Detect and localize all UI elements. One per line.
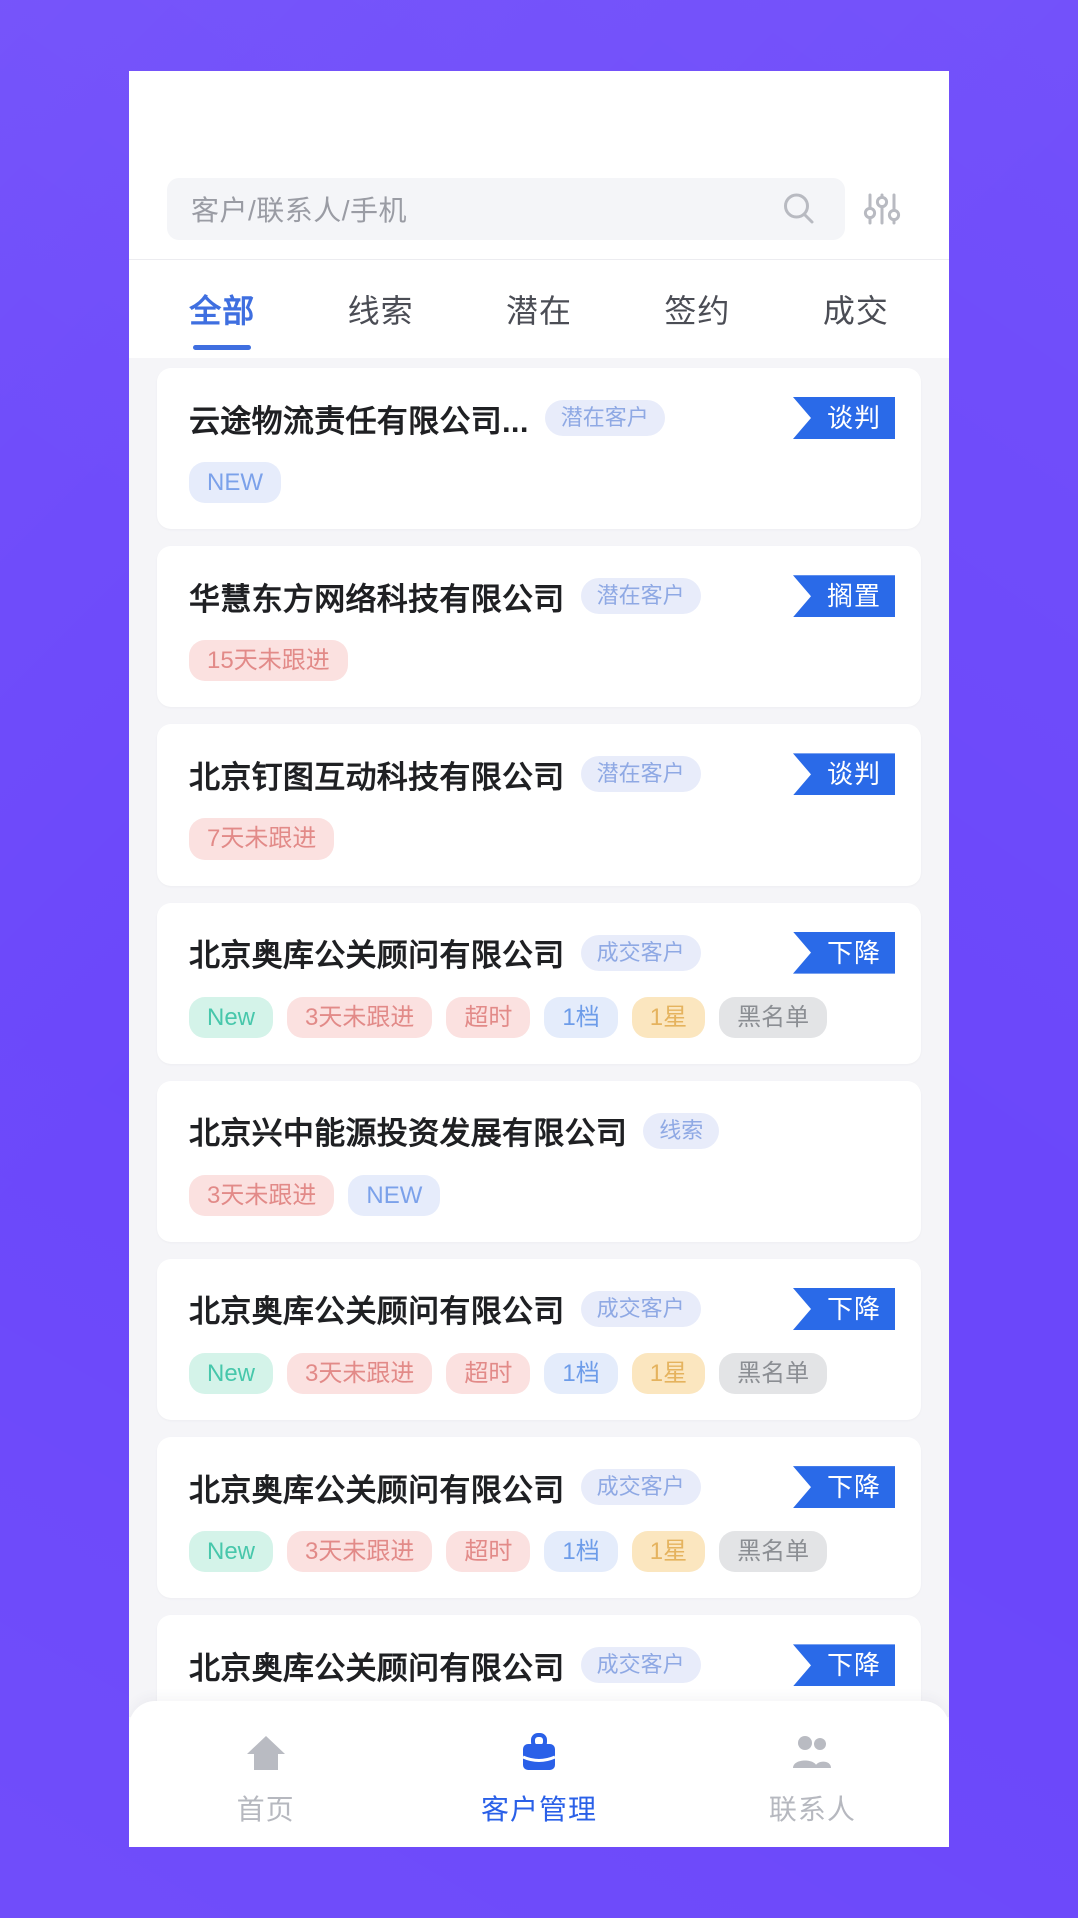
status-badge: 1星 [631, 996, 706, 1038]
search-icon[interactable] [779, 189, 819, 229]
status-badge: 1星 [631, 1352, 706, 1395]
customer-card[interactable]: 云途物流责任有限公司... 潜在客户 谈判 NEW [157, 368, 921, 530]
customer-card[interactable]: 北京奥库公关顾问有限公司成交客户 下降 New 3天未跟进超时 1档 1星黑名单 [157, 1258, 921, 1421]
customer-card[interactable]: 北京奥库公关顾问有限公司成交客户 下降 New 3天未跟进超时 1档 1星黑名单 [157, 1437, 921, 1599]
customer-card[interactable]: 北京奥库公关顾问有限公司成交客户 下降 New 3天未跟进超时 1档 1星黑名单 [157, 902, 921, 1064]
customer-name: 云途物流责任有限公司... [189, 403, 529, 439]
customer-name: 北京奥库公关顾问有限公司 [189, 938, 565, 974]
status-badge: New [189, 1352, 274, 1395]
card-header: 云途物流责任有限公司... 潜在客户 谈判 [157, 394, 921, 442]
nav-item-label: 客户管理 [480, 1794, 597, 1825]
card-header: 北京奥库公关顾问有限公司 成交客户 下降 [157, 1285, 921, 1333]
status-ribbon: 下降 [792, 931, 895, 974]
tab-label: 全部 [189, 293, 256, 329]
tag-row: 15天未跟进 [157, 620, 921, 682]
phone-screen: 客户/联系人/手机 全部 线索 潜在 签约 成交 云途物流责任有限公司... 潜… [129, 71, 949, 1847]
tag-row: New 3天未跟进超时 1档 1星黑名单 [157, 1511, 921, 1573]
search-row: 客户/联系人/手机 [129, 159, 949, 259]
status-badge: 15天未跟进 [189, 640, 348, 682]
status-badge: 3天未跟进 [287, 996, 433, 1038]
customer-name: 华慧东方网络科技有限公司 [189, 581, 565, 617]
status-badge: 3天未跟进 [287, 1352, 433, 1395]
status-badge: 超时 [446, 1352, 531, 1395]
customer-type-badge: 成交客户 [580, 1469, 701, 1506]
card-header: 北京兴中能源投资发展有限公司 线索 [157, 1107, 921, 1155]
category-tabs: 全部 线索 潜在 签约 成交 [129, 260, 949, 358]
tab-1[interactable]: 线索 [301, 260, 459, 358]
customer-list[interactable]: 云途物流责任有限公司... 潜在客户 谈判 NEW 华慧东方网络科技有限公司 潜在客户 搁置… [129, 358, 949, 1717]
card-header: 华慧东方网络科技有限公司 潜在客户 搁置 [157, 572, 921, 620]
customer-card[interactable]: 华慧东方网络科技有限公司 潜在客户 搁置 15天未跟进 [157, 546, 921, 708]
search-input[interactable]: 客户/联系人/手机 [167, 178, 845, 240]
tab-3[interactable]: 签约 [618, 260, 776, 358]
customer-type-badge: 线索 [643, 1112, 720, 1149]
nav-item-label: 首页 [236, 1794, 295, 1825]
tag-row: New 3天未跟进超时 1档 1星黑名单 [157, 1333, 921, 1395]
status-badge: NEW [189, 462, 281, 504]
customer-name: 北京兴中能源投资发展有限公司 [189, 1116, 628, 1152]
tab-label: 签约 [664, 293, 731, 329]
status-ribbon: 下降 [792, 1644, 895, 1687]
status-badge: 1档 [544, 1352, 618, 1395]
status-badge: NEW [348, 1174, 441, 1216]
tab-active-underline [193, 345, 252, 350]
status-ribbon: 搁置 [792, 575, 895, 618]
customer-type-badge: 成交客户 [580, 1647, 701, 1684]
status-badge: 黑名单 [719, 1531, 828, 1573]
status-badge: 3天未跟进 [287, 1531, 433, 1573]
customer-type-badge: 成交客户 [580, 1290, 701, 1327]
briefcase-icon [516, 1730, 562, 1776]
customer-name: 北京奥库公关顾问有限公司 [189, 1472, 565, 1508]
search-placeholder: 客户/联系人/手机 [191, 195, 408, 226]
status-badge: 1档 [544, 996, 618, 1038]
status-badge: 超时 [446, 996, 531, 1038]
status-ribbon: 下降 [792, 1466, 895, 1509]
status-badge: 超时 [446, 1531, 531, 1573]
customer-card[interactable]: 北京兴中能源投资发展有限公司 线索 3天未跟进 NEW [157, 1080, 921, 1242]
tag-row: 7天未跟进 [157, 798, 921, 860]
customer-type-badge: 潜在客户 [544, 400, 665, 436]
customer-name: 北京钉图互动科技有限公司 [189, 759, 565, 795]
status-bar [129, 71, 949, 159]
customer-type-badge: 潜在客户 [580, 578, 701, 615]
tag-row: New 3天未跟进超时 1档 1星黑名单 [157, 977, 921, 1038]
filter-sliders-icon [862, 189, 902, 229]
tab-4[interactable]: 成交 [777, 260, 935, 358]
customer-name: 北京奥库公关顾问有限公司 [189, 1650, 565, 1686]
home-icon [243, 1730, 289, 1776]
nav-item-2[interactable]: 联系人 [676, 1701, 949, 1847]
tab-label: 成交 [822, 293, 889, 329]
tab-label: 线索 [347, 293, 414, 329]
status-badge: New [189, 1531, 274, 1573]
card-header: 北京钉图互动科技有限公司 潜在客户 谈判 [157, 750, 921, 798]
tag-row: NEW [157, 442, 921, 504]
customer-card[interactable]: 北京钉图互动科技有限公司 潜在客户 谈判 7天未跟进 [157, 724, 921, 886]
nav-item-label: 联系人 [768, 1794, 856, 1825]
status-badge: 3天未跟进 [189, 1174, 335, 1216]
tab-0[interactable]: 全部 [143, 260, 301, 358]
tag-row: 3天未跟进 NEW [157, 1155, 921, 1216]
status-badge: 黑名单 [719, 996, 828, 1038]
customer-name: 北京奥库公关顾问有限公司 [189, 1294, 565, 1330]
people-icon [789, 1730, 835, 1776]
status-badge: 7天未跟进 [189, 818, 335, 860]
status-badge: 黑名单 [719, 1352, 828, 1395]
filter-button[interactable] [845, 178, 919, 240]
customer-type-badge: 成交客户 [580, 934, 701, 971]
bottom-navigation: 首页 客户管理 联系人 [129, 1701, 949, 1847]
status-badge: 1档 [544, 1531, 618, 1573]
status-badge: 1星 [631, 1531, 706, 1573]
tab-2[interactable]: 潜在 [460, 260, 618, 358]
card-header: 北京奥库公关顾问有限公司 成交客户 下降 [157, 1463, 921, 1511]
nav-item-1[interactable]: 客户管理 [402, 1701, 675, 1847]
status-ribbon: 谈判 [792, 753, 895, 796]
customer-type-badge: 潜在客户 [580, 756, 701, 793]
nav-item-0[interactable]: 首页 [129, 1701, 402, 1847]
card-header: 北京奥库公关顾问有限公司 成交客户 下降 [157, 1641, 921, 1689]
card-header: 北京奥库公关顾问有限公司 成交客户 下降 [157, 929, 921, 977]
tab-label: 潜在 [506, 293, 573, 329]
status-badge: New [189, 996, 274, 1038]
status-ribbon: 下降 [792, 1287, 895, 1330]
status-ribbon: 谈判 [792, 397, 895, 439]
